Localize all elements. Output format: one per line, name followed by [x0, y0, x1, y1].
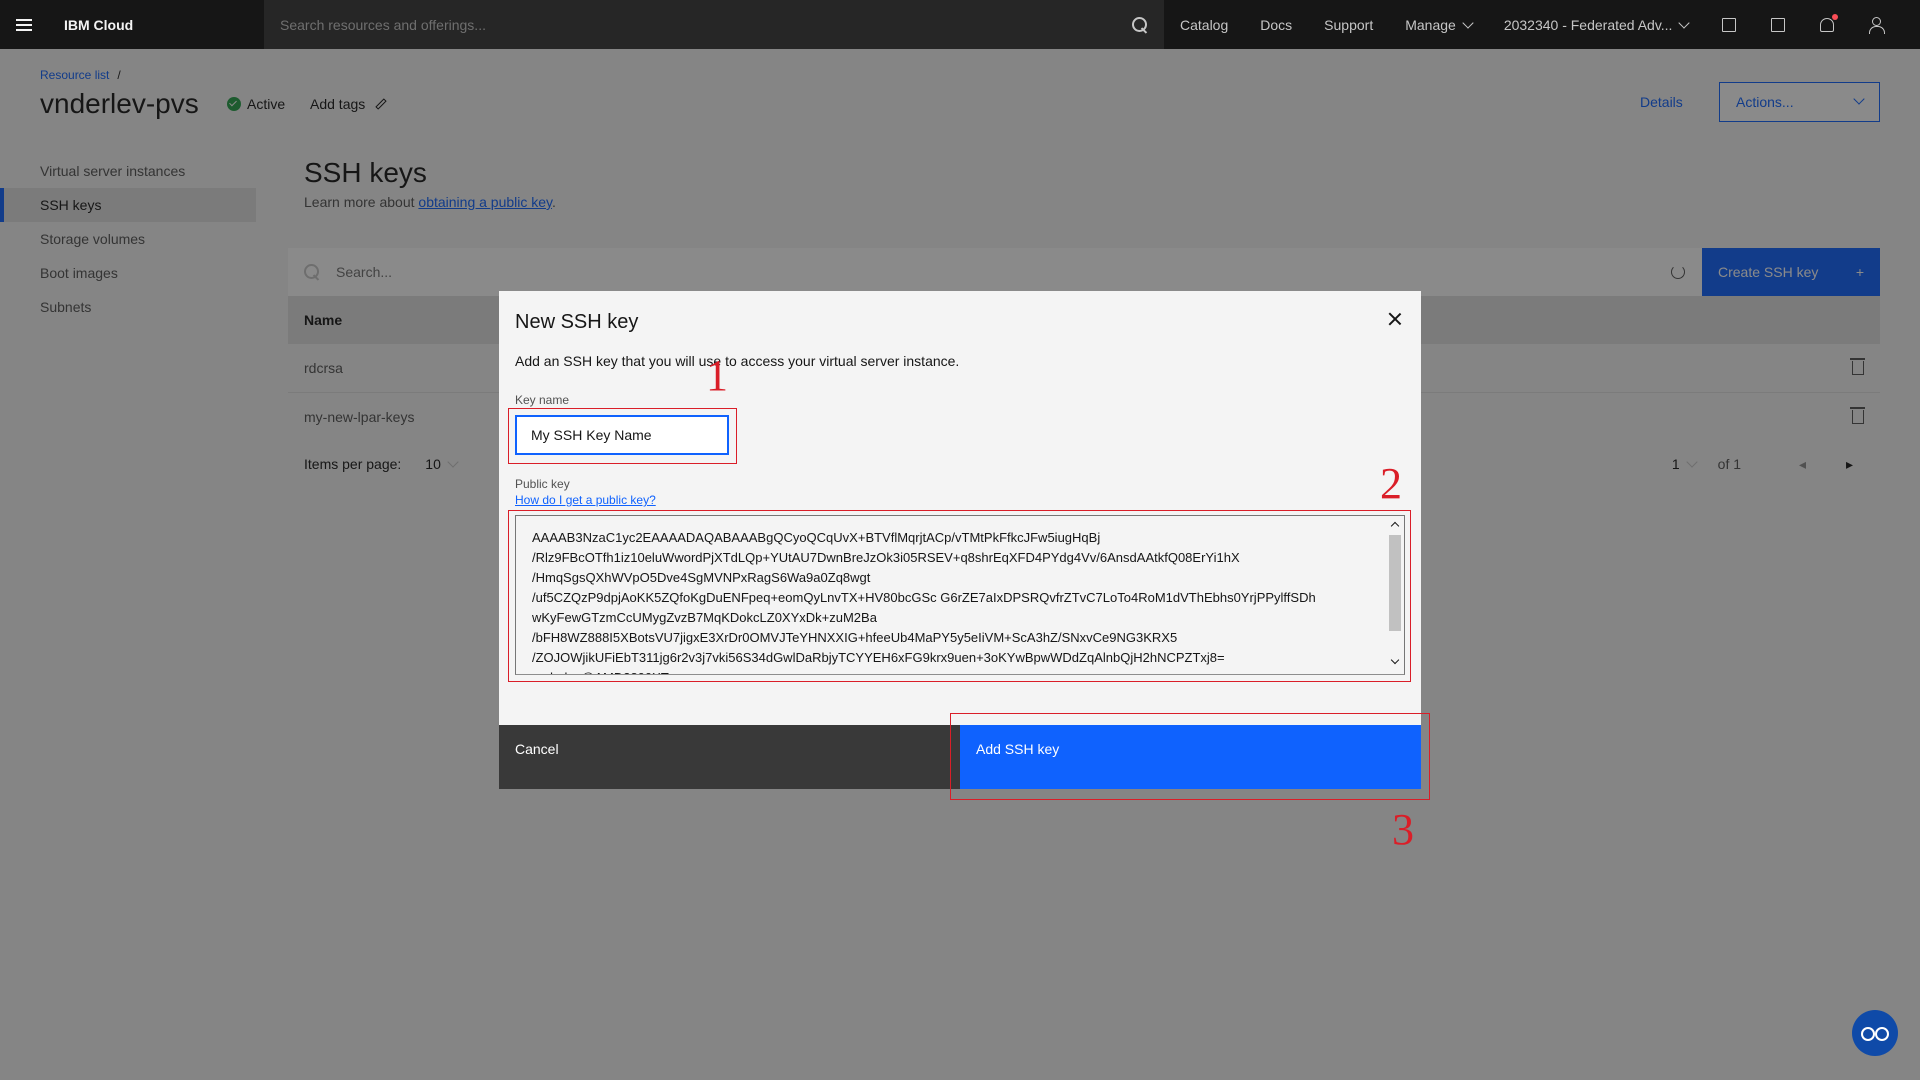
nav-manage-label: Manage: [1405, 16, 1456, 33]
nav-catalog[interactable]: Catalog: [1164, 17, 1244, 33]
public-key-label: Public key: [515, 477, 570, 491]
account-switcher[interactable]: 2032340 - Federated Adv...: [1488, 17, 1705, 33]
search-icon[interactable]: [1132, 16, 1148, 33]
menu-icon[interactable]: [0, 0, 48, 49]
notification-dot: [1831, 13, 1838, 20]
nav-support[interactable]: Support: [1308, 17, 1389, 33]
cancel-button[interactable]: Cancel: [499, 725, 960, 789]
brand-logo[interactable]: IBM Cloud: [48, 17, 264, 33]
annotation-number-2: 2: [1380, 459, 1402, 508]
modal-description: Add an SSH key that you will use to acce…: [515, 353, 960, 369]
public-key-help-link[interactable]: How do I get a public key?: [515, 493, 656, 507]
user-avatar-icon[interactable]: [1851, 0, 1900, 49]
calendar-icon[interactable]: [1704, 0, 1753, 49]
close-icon[interactable]: [1385, 309, 1405, 329]
annotation-box-1: [508, 408, 737, 464]
global-search-input[interactable]: Search resources and offerings...: [280, 17, 486, 33]
top-header: IBM Cloud Search resources and offerings…: [0, 0, 1920, 49]
global-search[interactable]: Search resources and offerings...: [264, 0, 1164, 49]
chevron-down-icon: [1678, 16, 1691, 29]
annotation-box-3: [950, 713, 1430, 800]
key-name-label: Key name: [515, 393, 570, 407]
chatbot-assistant-icon[interactable]: [1852, 1010, 1898, 1056]
chevron-down-icon: [1462, 16, 1474, 29]
annotation-number-1: 1: [706, 351, 728, 400]
header-nav: Catalog Docs Support Manage 2032340 - Fe…: [1164, 0, 1900, 49]
nav-docs[interactable]: Docs: [1244, 17, 1308, 33]
nav-manage[interactable]: Manage: [1389, 17, 1488, 33]
notification-bell-icon[interactable]: [1802, 0, 1851, 49]
modal-title: New SSH key: [515, 311, 639, 333]
account-label: 2032340 - Federated Adv...: [1503, 16, 1673, 33]
annotation-number-3: 3: [1392, 805, 1414, 854]
annotation-box-2: [508, 510, 1411, 682]
cost-estimator-icon[interactable]: [1753, 0, 1802, 49]
